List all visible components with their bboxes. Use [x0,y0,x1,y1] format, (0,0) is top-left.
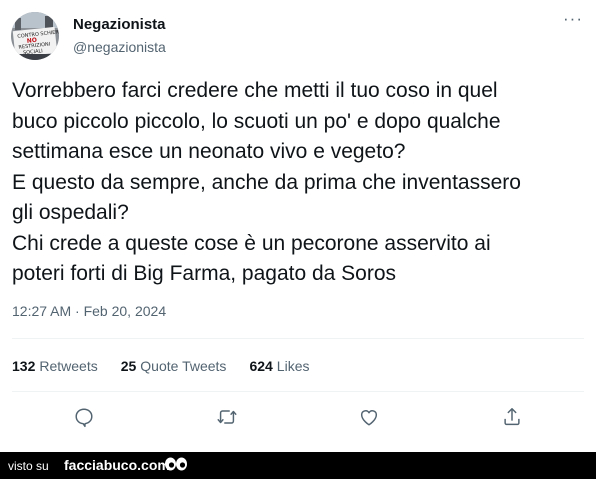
share-button[interactable] [500,405,524,429]
watermark-footer: visto su facciabuco.com [0,452,596,479]
divider [12,338,584,339]
quote-tweets-count: 25 [120,358,137,374]
engagement-stats: 132 Retweets 25 Quote Tweets 624 Likes [12,358,309,374]
likes-label: Likes [276,358,310,374]
tweet-text-line: gli ospedali? [12,201,129,224]
like-icon [360,410,378,426]
author-handle[interactable]: @negazionista [73,39,166,55]
likes-stat[interactable]: 624 Likes [249,358,309,374]
retweet-icon [217,410,237,424]
tweet-text-line: poteri forti di Big Farma, pagato da Sor… [12,262,397,285]
quote-tweets-label: Quote Tweets [140,358,227,374]
tweet-text-line: E questo da sempre, anche da prima che i… [12,170,521,194]
retweets-label: Retweets [39,358,98,374]
tweet-text-line: settimana esce un neonato vivo e vegeto? [12,140,406,163]
like-button[interactable] [357,405,381,429]
divider [12,391,584,392]
avatar[interactable]: CONTRO SCHIERE NO RESTRIZIONI SOCIALI [11,12,59,60]
more-options-icon[interactable]: ··· [563,10,583,27]
tweet-text-line: buco piccolo piccolo, lo scuoti un po' e… [12,109,501,133]
share-icon [504,408,520,426]
retweet-button[interactable] [215,405,239,429]
eyes-logo-icon [165,457,187,471]
reply-button[interactable] [72,405,96,429]
action-bar [0,405,596,429]
quote-tweets-stat[interactable]: 25 Quote Tweets [121,358,227,374]
tweet-text-line: Vorrebbero farci credere che metti il tu… [12,79,498,102]
tweet-timestamp[interactable]: 12:27 AM · Feb 20, 2024 [12,303,166,319]
reply-icon [75,408,93,428]
likes-count: 624 [249,358,273,374]
footer-brand[interactable]: facciabuco.com [64,457,170,473]
retweets-stat[interactable]: 132 Retweets [12,358,98,374]
tweet-text: Vorrebbero farci credere che metti il tu… [12,76,587,290]
author-name[interactable]: Negazionista [73,16,166,33]
tweet-text-line: Chi crede a queste cose è un pecorone as… [12,231,491,255]
tweet-card: CONTRO SCHIERE NO RESTRIZIONI SOCIALI Ne… [0,0,596,452]
footer-prefix: visto su [8,459,49,473]
retweets-count: 132 [12,358,36,374]
avatar-image: CONTRO SCHIERE NO RESTRIZIONI SOCIALI [11,12,59,60]
